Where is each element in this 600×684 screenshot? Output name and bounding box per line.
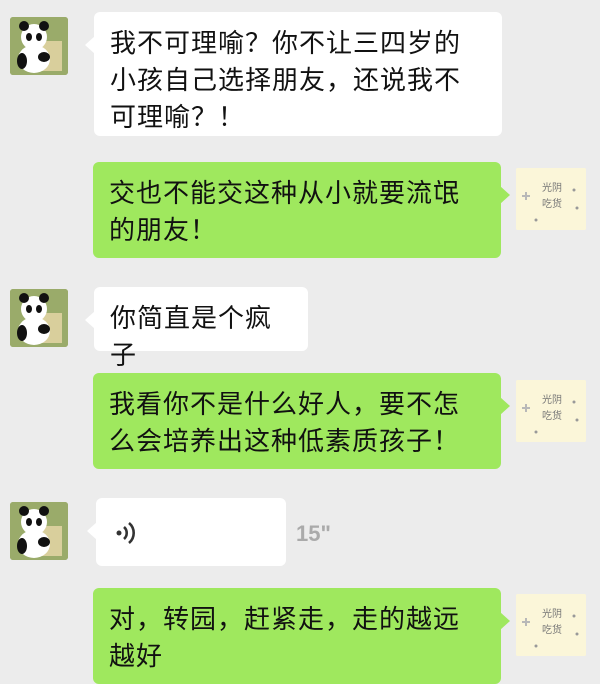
sticky-note-icon: 光阴 吃货 [516, 594, 586, 656]
message-bubble-outgoing[interactable]: 交也不能交这种从小就要流氓的朋友！ [93, 162, 510, 258]
message-text: 对，转园，赶紧走，走的越远越好 [109, 605, 461, 672]
message-text: 我看你不是什么好人，要不怎么会培养出这种低素质孩子！ [109, 390, 461, 457]
panda-icon [10, 17, 68, 75]
my-avatar[interactable]: 光阴 吃货 [516, 380, 586, 442]
message-text: 交也不能交这种从小就要流氓的朋友！ [109, 179, 461, 246]
message-bubble-incoming[interactable]: 你简直是个疯子 [85, 287, 308, 371]
message-bubble-incoming[interactable]: 我不可理喻？你不让三四岁的小孩自己选择朋友，还说我不可理喻？！ [85, 12, 502, 136]
svg-text:光阴: 光阴 [542, 607, 562, 620]
message-text: 你简直是个疯子 [110, 304, 273, 371]
sticky-note-icon: 光阴 吃货 [516, 168, 586, 230]
svg-text:吃货: 吃货 [542, 197, 562, 210]
my-avatar[interactable]: 光阴 吃货 [516, 168, 586, 230]
voice-wave-icon [116, 522, 135, 544]
voice-duration: 15" [296, 521, 331, 546]
svg-text:吃货: 吃货 [542, 409, 562, 422]
panda-icon [10, 289, 68, 347]
contact-avatar[interactable] [10, 289, 68, 347]
svg-text:光阴: 光阴 [542, 393, 562, 406]
sticky-note-icon: 光阴 吃货 [516, 380, 586, 442]
svg-text:吃货: 吃货 [542, 623, 562, 636]
contact-avatar[interactable] [10, 17, 68, 75]
message-bubble-outgoing[interactable]: 我看你不是什么好人，要不怎么会培养出这种低素质孩子！ [93, 373, 510, 469]
svg-text:光阴: 光阴 [542, 181, 562, 194]
contact-avatar[interactable] [10, 502, 68, 560]
message-text: 我不可理喻？你不让三四岁的小孩自己选择朋友，还说我不可理喻？！ [110, 29, 462, 133]
panda-icon [10, 502, 68, 560]
voice-message-bubble[interactable] [87, 498, 286, 566]
message-bubble-outgoing[interactable]: 对，转园，赶紧走，走的越远越好 [93, 588, 510, 684]
my-avatar[interactable]: 光阴 吃货 [516, 594, 586, 656]
